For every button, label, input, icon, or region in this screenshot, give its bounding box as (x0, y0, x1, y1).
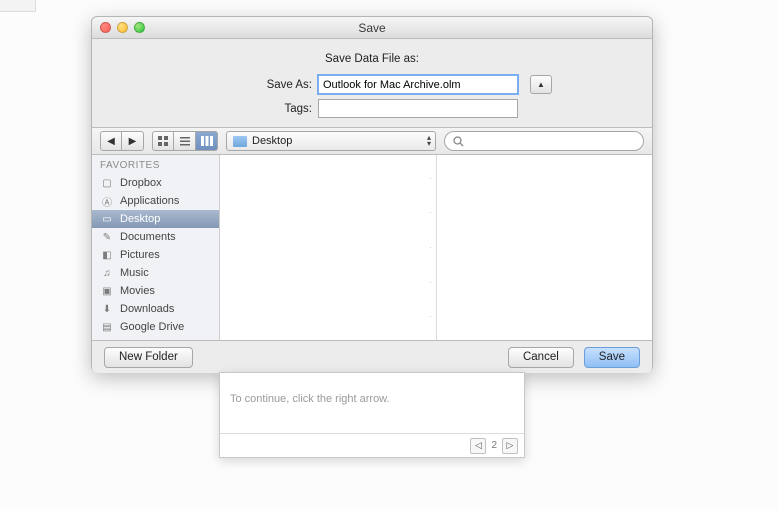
nav-back-button[interactable]: ◀ (100, 131, 122, 151)
sidebar-item-music[interactable]: ♫ Music (92, 264, 219, 282)
column-2[interactable] (437, 155, 653, 340)
sidebar-item-label: Google Drive (120, 321, 184, 333)
wizard-panel: To continue, click the right arrow. ◁ 2 … (219, 372, 525, 458)
triangle-right-icon: ▷ (507, 440, 514, 451)
column-1[interactable]: ····· (220, 155, 437, 340)
triangle-left-icon: ◀ (107, 136, 115, 147)
path-popup[interactable]: Desktop ▴▾ (226, 131, 436, 151)
box-icon: ▢ (100, 177, 114, 189)
column-2-content (437, 155, 653, 163)
sidebar-item-movies[interactable]: ▣ Movies (92, 282, 219, 300)
window-title: Save (92, 21, 652, 35)
nav-forward-button[interactable]: ▶ (122, 131, 144, 151)
saveas-input[interactable] (318, 75, 518, 94)
save-button[interactable]: Save (584, 347, 640, 368)
search-icon (453, 136, 464, 147)
sidebar-item-label: Dropbox (120, 177, 162, 189)
list-icon (180, 136, 190, 146)
sidebar-item-label: Documents (120, 231, 176, 243)
downloads-icon: ⬇ (100, 303, 114, 315)
search-field[interactable] (444, 131, 644, 151)
browser-toolbar: ◀ ▶ Desktop ▴▾ (92, 127, 652, 155)
titlebar[interactable]: Save (92, 17, 652, 39)
saveas-row: Save As: ▲ (92, 75, 652, 94)
apps-icon: Ⓐ (100, 195, 114, 207)
cancel-button[interactable]: Cancel (508, 347, 574, 368)
tags-input[interactable] (318, 99, 518, 118)
columns-icon (201, 136, 213, 146)
sidebar: FAVORITES ▢ Dropbox Ⓐ Applications ▭ Desktop ✎… (92, 155, 220, 340)
tags-row: Tags: (92, 99, 652, 118)
path-label: Desktop (252, 135, 292, 147)
music-icon: ♫ (100, 267, 114, 279)
pictures-icon: ◧ (100, 249, 114, 261)
pager-prev-button[interactable]: ◁ (470, 438, 486, 454)
sidebar-item-label: Movies (120, 285, 155, 297)
wizard-hint: To continue, click the right arrow. (220, 373, 524, 433)
sidebar-item-label: Music (120, 267, 149, 279)
file-browser: FAVORITES ▢ Dropbox Ⓐ Applications ▭ Desktop ✎… (92, 155, 652, 341)
desktop-icon: ▭ (100, 213, 114, 225)
pager-page-number: 2 (488, 440, 500, 451)
sidebar-item-pictures[interactable]: ◧ Pictures (92, 246, 219, 264)
gdrive-icon: ▤ (100, 321, 114, 333)
nav-group: ◀ ▶ (100, 131, 144, 151)
sidebar-item-label: Pictures (120, 249, 160, 261)
new-folder-button[interactable]: New Folder (104, 347, 193, 368)
sidebar-item-downloads[interactable]: ⬇ Downloads (92, 300, 219, 318)
sidebar-item-label: Applications (120, 195, 179, 207)
dialog-footer: New Folder Cancel Save (92, 341, 652, 373)
wizard-pager: ◁ 2 ▷ (220, 433, 524, 457)
header-subtitle: Save Data File as: (92, 53, 652, 65)
documents-icon: ✎ (100, 231, 114, 243)
triangle-left-icon: ◁ (475, 440, 482, 451)
tags-label: Tags: (192, 103, 312, 115)
sidebar-item-google-drive[interactable]: ▤ Google Drive (92, 318, 219, 336)
saveas-label: Save As: (192, 79, 312, 91)
view-list-button[interactable] (174, 131, 196, 151)
folder-icon (233, 136, 247, 147)
column-1-content (220, 155, 436, 163)
sidebar-item-documents[interactable]: ✎ Documents (92, 228, 219, 246)
save-dialog: Save Save Data File as: Save As: ▲ Tags:… (91, 16, 653, 372)
search-input[interactable] (468, 135, 635, 147)
column-resize-icon[interactable]: ····· (428, 161, 434, 334)
background-window-stub (0, 0, 36, 12)
view-group (152, 131, 218, 151)
sidebar-item-desktop[interactable]: ▭ Desktop (92, 210, 219, 228)
sidebar-list: ▢ Dropbox Ⓐ Applications ▭ Desktop ✎ Documents ◧… (92, 174, 219, 336)
view-icons-button[interactable] (152, 131, 174, 151)
pager-next-button[interactable]: ▷ (502, 438, 518, 454)
triangle-right-icon: ▶ (129, 136, 137, 147)
column-view: ····· (220, 155, 652, 340)
grid-icon (158, 136, 168, 146)
sidebar-item-applications[interactable]: Ⓐ Applications (92, 192, 219, 210)
sidebar-header: FAVORITES (92, 155, 219, 174)
view-columns-button[interactable] (196, 131, 218, 151)
expand-collapse-button[interactable]: ▲ (530, 75, 552, 94)
updown-icon: ▴▾ (427, 135, 431, 146)
sidebar-item-dropbox[interactable]: ▢ Dropbox (92, 174, 219, 192)
header-area: Save Data File as: Save As: ▲ Tags: (92, 39, 652, 127)
sidebar-item-label: Downloads (120, 303, 174, 315)
sidebar-item-label: Desktop (120, 213, 160, 225)
movies-icon: ▣ (100, 285, 114, 297)
chevron-up-icon: ▲ (537, 80, 545, 89)
